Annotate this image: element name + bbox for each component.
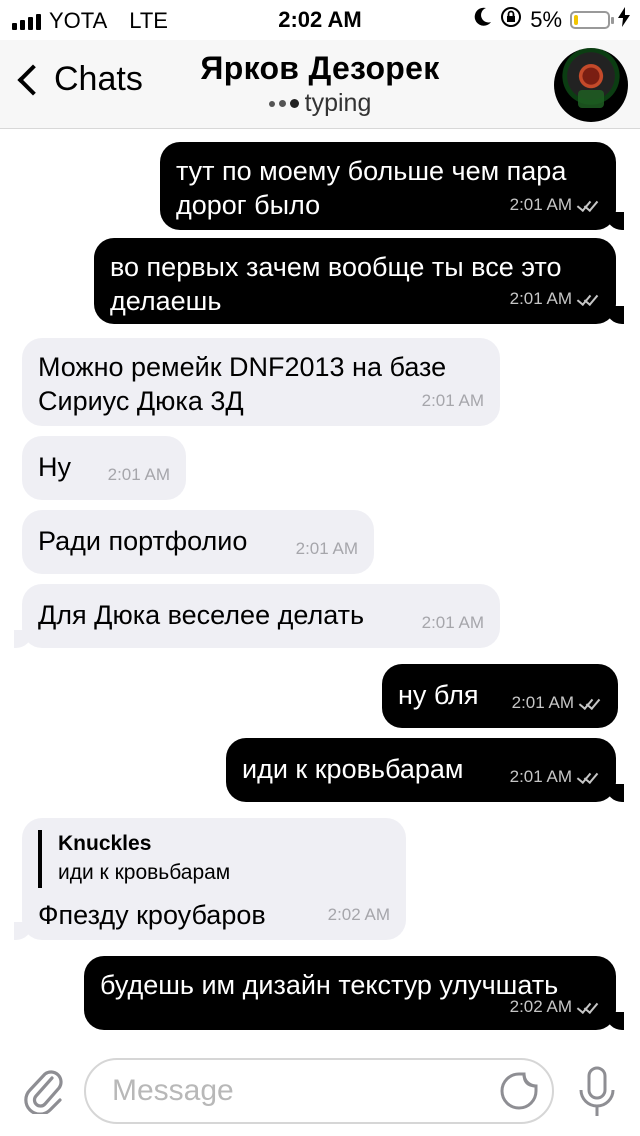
- message-meta: 2:01 AM: [512, 686, 602, 720]
- read-checkmarks-icon: [576, 290, 600, 307]
- message-meta: 2:02 AM: [510, 990, 600, 1024]
- message-bubble-outgoing[interactable]: иди к кровьбарам 2:01 AM: [226, 738, 624, 802]
- microphone-icon[interactable]: [577, 1066, 617, 1118]
- message-bubble-outgoing[interactable]: ну бля 2:01 AM: [382, 664, 618, 728]
- battery-percent: 5%: [530, 7, 562, 32]
- message-time: 2:01 AM: [509, 195, 572, 214]
- reply-quote[interactable]: Knuckles иди к кровьбарам: [38, 830, 390, 888]
- read-checkmarks-icon: [576, 196, 600, 213]
- message-meta: 2:01 AM: [422, 606, 484, 640]
- status-right: 5%: [474, 6, 630, 34]
- message-bubble-outgoing[interactable]: во первых зачем вообще ты все это делаеш…: [94, 238, 624, 324]
- message-meta: 2:01 AM: [510, 188, 600, 222]
- message-time: 2:01 AM: [421, 391, 484, 410]
- avatar[interactable]: [554, 48, 628, 122]
- message-text: Сириус Дюка 3Д: [38, 386, 244, 416]
- chat-title-area[interactable]: Ярков Дезорек typing: [0, 50, 640, 118]
- message-time: 2:01 AM: [295, 539, 358, 558]
- message-text: Можно ремейк DNF2013 на базе: [38, 352, 447, 382]
- message-meta: 2:02 AM: [328, 898, 390, 932]
- message-time: 2:01 AM: [511, 693, 574, 712]
- message-bubble-incoming[interactable]: Ради портфолио 2:01 AM: [22, 510, 374, 574]
- message-bubble-incoming[interactable]: Для Дюка веселее делать 2:01 AM: [14, 584, 500, 648]
- charging-icon: [618, 7, 630, 33]
- sticker-icon[interactable]: [500, 1072, 538, 1110]
- message-time: 2:01 AM: [421, 613, 484, 632]
- read-checkmarks-icon: [578, 694, 602, 711]
- message-bubble-incoming[interactable]: Можно ремейк DNF2013 на базе Сириус Дюка…: [22, 338, 500, 426]
- reply-author: Knuckles: [58, 832, 152, 855]
- message-time: 2:01 AM: [509, 767, 572, 786]
- message-bubble-outgoing[interactable]: тут по моему больше чем пара дорог было …: [160, 142, 624, 230]
- attach-paperclip-icon[interactable]: [22, 1064, 64, 1116]
- message-meta: 2:01 AM: [296, 532, 358, 566]
- message-time: 2:01 AM: [107, 465, 170, 484]
- battery-icon: [570, 11, 614, 29]
- reply-text: иди к кровьбарам: [58, 861, 231, 884]
- message-text: во первых зачем вообще ты все это: [110, 252, 562, 282]
- message-time: 2:02 AM: [327, 905, 390, 924]
- message-input-bar: Message: [0, 1052, 640, 1136]
- read-checkmarks-icon: [576, 768, 600, 785]
- status-bar: YOTA LTE 2:02 AM 5%: [0, 0, 640, 40]
- message-time: 2:02 AM: [509, 997, 572, 1016]
- message-time: 2:01 AM: [509, 289, 572, 308]
- message-bubble-incoming-reply[interactable]: Knuckles иди к кровьбарам Фпезду кроубар…: [14, 818, 406, 940]
- message-meta: 2:01 AM: [510, 282, 600, 316]
- chat-title: Ярков Дезорек: [200, 50, 440, 86]
- typing-label: typing: [304, 89, 372, 117]
- message-text: тут по моему больше чем пара: [176, 156, 567, 186]
- moon-icon: [474, 7, 492, 33]
- typing-indicator: typing: [0, 89, 640, 118]
- chat-header: Chats Ярков Дезорек typing: [0, 40, 640, 129]
- message-text: Для Дюка веселее делать: [38, 600, 365, 630]
- message-input[interactable]: Message: [84, 1058, 554, 1124]
- message-meta: 2:01 AM: [510, 760, 600, 794]
- read-checkmarks-icon: [576, 998, 600, 1015]
- message-meta: 2:01 AM: [422, 384, 484, 418]
- typing-dots-icon: [268, 99, 299, 108]
- message-meta: 2:01 AM: [108, 458, 170, 492]
- message-bubble-incoming[interactable]: Ну 2:01 AM: [22, 436, 186, 500]
- message-bubble-outgoing[interactable]: будешь им дизайн текстур улучшать 2:02 A…: [84, 956, 624, 1030]
- orientation-lock-icon: [500, 6, 522, 34]
